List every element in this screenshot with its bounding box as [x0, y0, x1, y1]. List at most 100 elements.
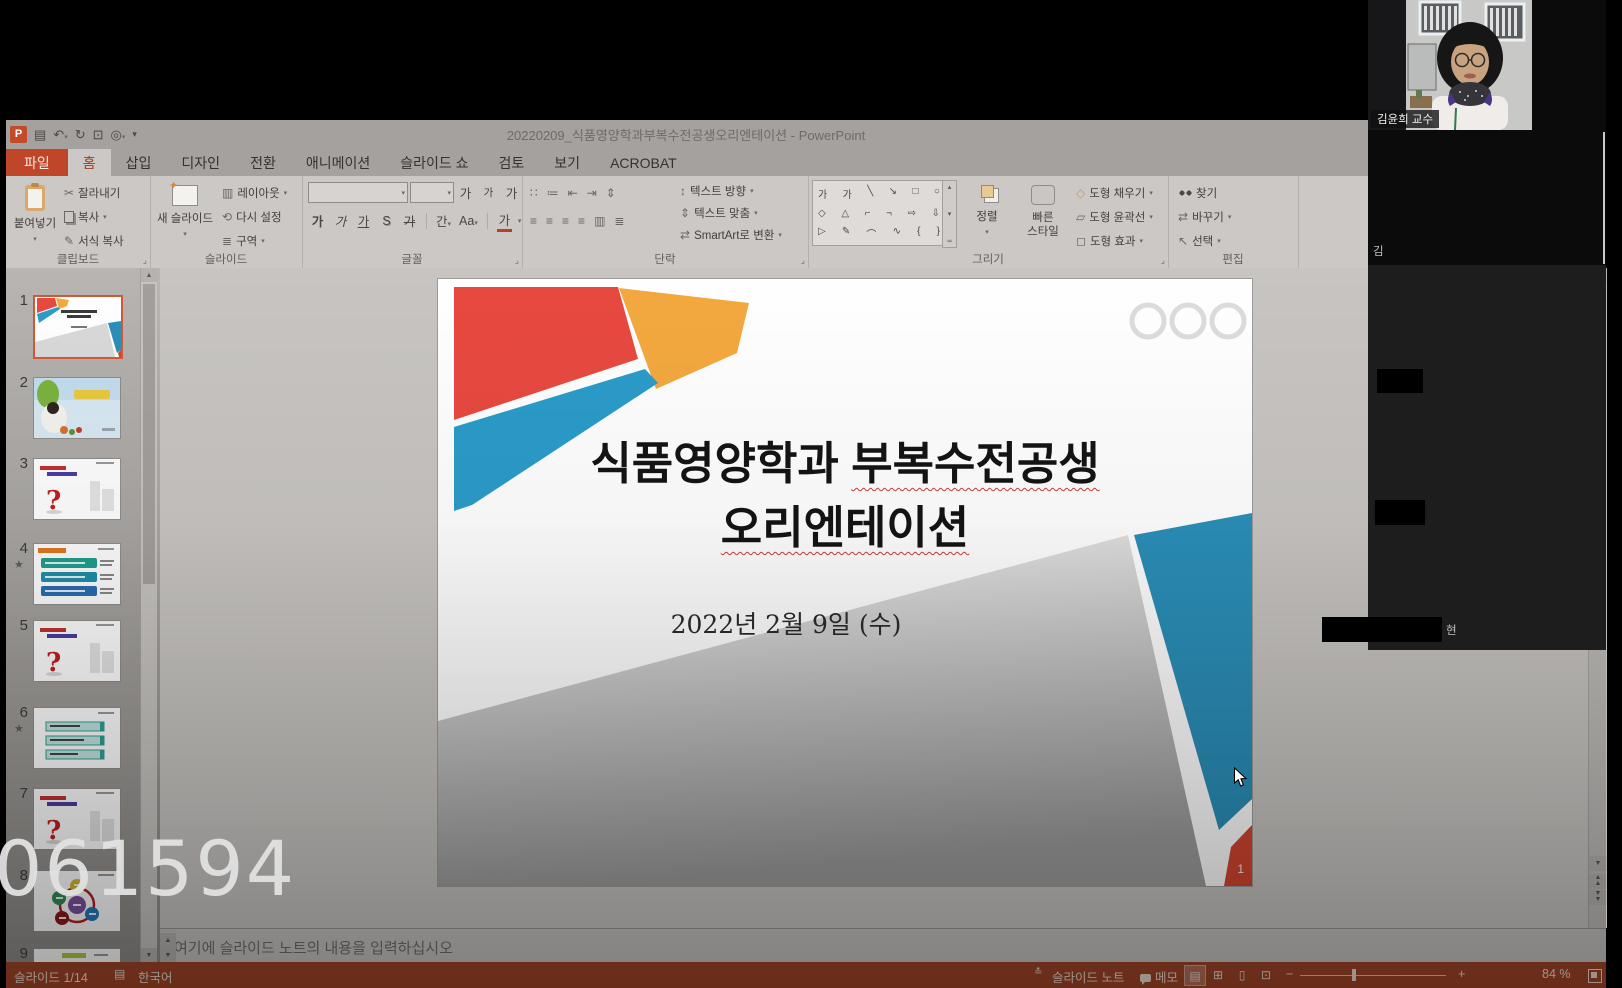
slide-sorter-icon[interactable]: ⊞ [1208, 965, 1228, 984]
shape-outline-button[interactable]: ▱도형 윤곽선▾ [1076, 206, 1153, 227]
layout-button[interactable]: ▥레이아웃▾ [222, 182, 287, 203]
shape-icon[interactable]: ⇩ [932, 208, 940, 219]
slide-thumbnail-3[interactable]: ? [33, 458, 121, 520]
shape-icon[interactable]: 가 [843, 186, 852, 201]
slide-thumbnail-9[interactable] [33, 948, 121, 962]
reset-button[interactable]: ⟲다시 설정 [222, 206, 282, 227]
shape-icon[interactable]: ○ [934, 186, 940, 201]
shape-icon[interactable]: ✎ [842, 226, 850, 241]
shape-icon[interactable]: △ [841, 208, 849, 219]
convert-smartart-button[interactable]: ⇄SmartArt로 변환▾ [680, 224, 782, 245]
shape-effects-button[interactable]: ◻도형 효과▾ [1076, 230, 1143, 251]
paste-button[interactable]: 붙여넣기▾ [8, 179, 62, 259]
tab-보기[interactable]: 보기 [539, 149, 595, 176]
shape-icon[interactable]: { [917, 226, 920, 241]
shape-icon[interactable]: ¬ [886, 208, 892, 219]
slide-date-text[interactable]: 2022년 2월 9일 (수) [566, 605, 1006, 641]
tab-디자인[interactable]: 디자인 [166, 149, 235, 176]
align-text-button[interactable]: ⇕텍스트 맞춤▾ [680, 202, 758, 223]
dialog-launcher-icon[interactable]: ⌟ [143, 255, 147, 266]
paragraph-format-icon[interactable]: ≔ [547, 187, 559, 199]
shape-icon[interactable]: ⌐ [865, 208, 871, 219]
tab-파일[interactable]: 파일 [6, 149, 68, 176]
shape-gallery[interactable]: 가가╲↘□○◇△⌐¬⇨⇩▷✎⌒∿{} [812, 180, 946, 246]
normal-view-icon[interactable]: ▤ [1184, 965, 1206, 986]
scroll-down-icon[interactable]: ▼ [1589, 856, 1607, 871]
slide-thumbnail-5[interactable]: ? [33, 620, 121, 682]
paragraph-format-icon[interactable]: ⇥ [587, 187, 597, 199]
underline-button[interactable]: 가 [356, 211, 371, 230]
replace-button[interactable]: ⇄바꾸기▾ [1178, 206, 1231, 227]
slide-editing-surface[interactable]: 식품영양학과 부복수전공생 오리엔테이션 2022년 2월 9일 (수) 1 [437, 278, 1253, 887]
slide-thumbnail-4[interactable] [33, 543, 121, 605]
arrange-button[interactable]: 정렬▾ [962, 179, 1012, 259]
format-painter-button[interactable]: ✎서식 복사 [64, 230, 124, 251]
paragraph-icons-row2[interactable]: ≡≡≡≡▥≣ [530, 210, 624, 231]
tab-검토[interactable]: 검토 [484, 149, 540, 176]
slide-title-line1[interactable]: 식품영양학과 부복수전공생 [438, 427, 1252, 492]
shape-icon[interactable]: ▷ [818, 226, 826, 241]
grow-font-button[interactable]: 가 [458, 183, 473, 202]
paragraph-format-icon[interactable]: ⇕ [606, 187, 616, 199]
shape-icon[interactable]: ∿ [893, 226, 901, 241]
shape-icon[interactable]: } [937, 226, 940, 241]
copy-button[interactable]: 복사▾ [64, 206, 107, 227]
select-button[interactable]: ↖선택▾ [1178, 230, 1221, 251]
section-button[interactable]: ≣구역▾ [222, 230, 265, 251]
dialog-launcher-icon[interactable]: ⌟ [515, 255, 519, 266]
previous-slide-icon[interactable]: ▲▲ [1589, 874, 1607, 889]
scroll-up-icon[interactable]: ▲ [141, 268, 157, 282]
fit-to-window-icon[interactable] [1588, 969, 1602, 986]
notes-toggle[interactable]: 슬라이드 노트 [1052, 967, 1124, 986]
text-shadow-button[interactable]: S [379, 214, 394, 228]
shape-icon[interactable]: ↘ [889, 186, 897, 201]
shape-icon[interactable]: ⌒ [866, 226, 876, 241]
shape-icon[interactable]: ⇨ [908, 208, 916, 219]
language-indicator[interactable]: 한국어 [138, 967, 173, 986]
paragraph-format-icon[interactable]: ≡ [562, 215, 569, 227]
text-direction-button[interactable]: ↕텍스트 방향▾ [680, 180, 754, 201]
paragraph-format-icon[interactable]: ▥ [594, 215, 605, 227]
slide-title-line2[interactable]: 오리엔테이션 [438, 491, 1252, 556]
dialog-launcher-icon[interactable]: ⌟ [801, 255, 805, 266]
bold-button[interactable]: 가 [310, 211, 325, 230]
notes-scroll-up-icon[interactable]: ▲ [160, 933, 176, 948]
character-spacing-button[interactable]: 간▾ [436, 211, 451, 230]
slideshow-view-icon[interactable]: ⊡ [1256, 965, 1276, 984]
paragraph-format-icon[interactable]: ≡ [530, 215, 537, 227]
zoom-level[interactable]: 84 % [1542, 967, 1571, 981]
reading-view-icon[interactable]: ▯ [1232, 965, 1252, 984]
clear-formatting-button[interactable]: 가 [504, 183, 519, 202]
paragraph-icons-row1[interactable]: ∷ ≔ ⇤ ⇥ ⇕ [530, 182, 616, 203]
shrink-font-button[interactable]: 가 [481, 185, 496, 200]
tab-전환[interactable]: 전환 [235, 149, 291, 176]
shape-fill-button[interactable]: ◇도형 채우기▾ [1076, 182, 1153, 203]
notes-placeholder[interactable]: 여기에 슬라이드 노트의 내용을 입력하십시오 [174, 937, 453, 958]
notes-pane[interactable]: 여기에 슬라이드 노트의 내용을 입력하십시오 ▲ ▼ [160, 928, 1606, 963]
shape-gallery-scroll[interactable]: ▴▾≂ [942, 180, 957, 248]
cut-button[interactable]: ✂잘라내기 [64, 182, 120, 203]
shape-icon[interactable]: ╲ [867, 186, 873, 201]
font-color-button[interactable]: 가 [497, 210, 512, 232]
paragraph-format-icon[interactable]: ≣ [614, 215, 624, 227]
scroll-down-icon[interactable]: ▼ [141, 948, 157, 962]
tab-애니메이션[interactable]: 애니메이션 [291, 149, 385, 176]
zoom-slider-thumb[interactable] [1352, 969, 1356, 981]
zoom-in-icon[interactable]: + [1458, 967, 1465, 981]
slide-indicator[interactable]: 슬라이드 1/14 [14, 967, 88, 986]
notes-scroll-down-icon[interactable]: ▼ [160, 948, 176, 963]
zoom-slider-track[interactable] [1300, 975, 1446, 976]
tab-ACROBAT[interactable]: ACROBAT [595, 149, 692, 176]
quick-styles-button[interactable]: 빠른 스타일 [1016, 179, 1070, 259]
next-slide-icon[interactable]: ▼▼ [1589, 890, 1607, 905]
scrollbar-thumb[interactable] [143, 284, 155, 584]
dialog-launcher-icon[interactable]: ⌟ [1161, 255, 1165, 266]
font-size-combo[interactable]: ▾ [410, 182, 454, 203]
change-case-button[interactable]: Aa▾ [459, 214, 478, 228]
paragraph-format-icon[interactable]: ∷ [530, 187, 538, 199]
paragraph-format-icon[interactable]: ⇤ [568, 187, 578, 199]
tab-홈[interactable]: 홈 [68, 149, 111, 176]
slide-thumbnail-1[interactable] [33, 295, 123, 359]
strikethrough-button[interactable]: 가 [402, 211, 417, 230]
tab-슬라이드 쇼[interactable]: 슬라이드 쇼 [385, 149, 483, 176]
